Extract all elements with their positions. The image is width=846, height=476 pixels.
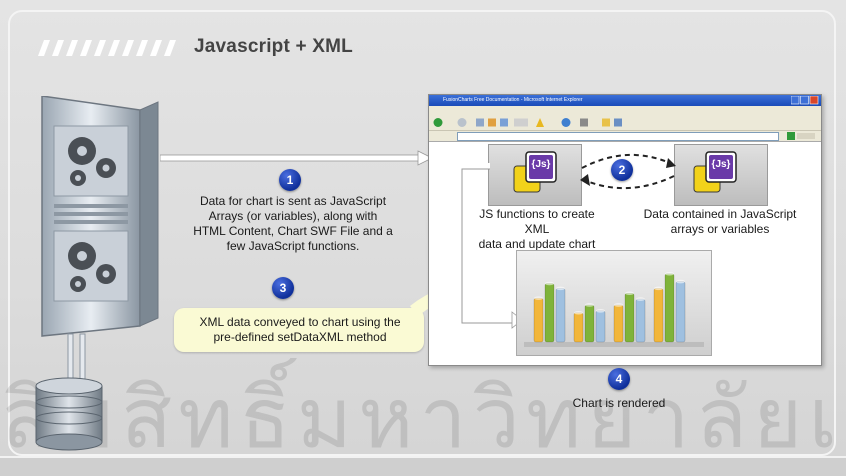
browser-menubar	[429, 106, 821, 115]
step-2-marker: 2	[611, 159, 633, 181]
window-controls-icon	[791, 96, 819, 105]
chart-bar-top	[545, 281, 554, 286]
chart-floor	[524, 342, 704, 347]
address-field	[457, 132, 779, 141]
step-1-line: Arrays (or variables), along with	[208, 209, 378, 223]
chart-bar-top	[614, 303, 623, 307]
step-1-line: few JavaScript functions.	[226, 239, 360, 253]
browser-toolbar	[429, 115, 821, 131]
chart-bar-top	[636, 297, 645, 301]
toolbar-buttons-icon	[433, 118, 622, 127]
step-1-marker: 1	[279, 169, 301, 191]
browser-address-bar	[429, 131, 821, 142]
browser-window-title: FusionCharts Free Documentation - Micros…	[443, 97, 583, 103]
flow-connector-arrows	[459, 163, 522, 329]
chart-bar-top	[585, 303, 594, 307]
step-4-marker: 4	[608, 368, 630, 390]
step-2-right-line: Data contained in JavaScript	[643, 207, 797, 221]
diagram-title: Javascript + XML	[194, 36, 353, 57]
chart-bar	[584, 304, 595, 343]
chart-bar	[613, 304, 624, 343]
step-1-caption: Data for chart is sent as JavaScript Arr…	[176, 194, 410, 254]
chart-bar	[664, 273, 675, 343]
chart-bar	[544, 283, 555, 343]
chart-bar	[555, 288, 566, 343]
step-4-caption: Chart is rendered	[548, 396, 690, 411]
chart-bar-top	[654, 286, 663, 291]
chart-bar	[675, 281, 686, 343]
chart-bar-top	[574, 310, 583, 315]
step-1-line: HTML Content, Chart SWF File and a	[193, 224, 393, 238]
step-2-right-line: arrays or variables	[670, 222, 770, 236]
server-illustration	[35, 96, 159, 451]
js-icon-label: {Js}	[711, 159, 731, 170]
chart-bar	[624, 292, 635, 343]
step-3-marker: 3	[272, 277, 294, 299]
browser-titlebar: FusionCharts Free Documentation - Micros…	[429, 95, 821, 106]
chart-bar	[595, 310, 606, 343]
chart-bar	[635, 298, 646, 343]
step-3-caption: XML data conveyed to chart using the pre…	[178, 315, 422, 345]
chart-bar-top	[596, 309, 605, 313]
rendered-chart	[524, 271, 704, 347]
step-1-line: Data for chart is sent as JavaScript	[199, 194, 387, 208]
server-to-browser-arrow	[160, 150, 432, 166]
step-3-line: pre-defined setDataXML method	[213, 330, 387, 344]
js-file-icon	[693, 151, 737, 193]
chart-bar-top	[665, 271, 674, 276]
title-stripes-decoration	[38, 40, 176, 56]
step-2-right-caption: Data contained in JavaScript arrays or v…	[628, 207, 812, 237]
chart-bar	[653, 288, 664, 343]
go-button-icon	[787, 132, 815, 140]
chart-bar-top	[625, 291, 634, 296]
js-icon-label: {Js}	[531, 159, 551, 170]
chart-bar-top	[676, 279, 685, 284]
step-4-line: Chart is rendered	[572, 396, 666, 410]
chart-bar	[533, 297, 544, 343]
chart-bar-top	[556, 286, 565, 291]
chart-bar-top	[534, 296, 543, 300]
chart-bar	[573, 312, 584, 343]
step-3-line: XML data conveyed to chart using the	[199, 315, 401, 329]
